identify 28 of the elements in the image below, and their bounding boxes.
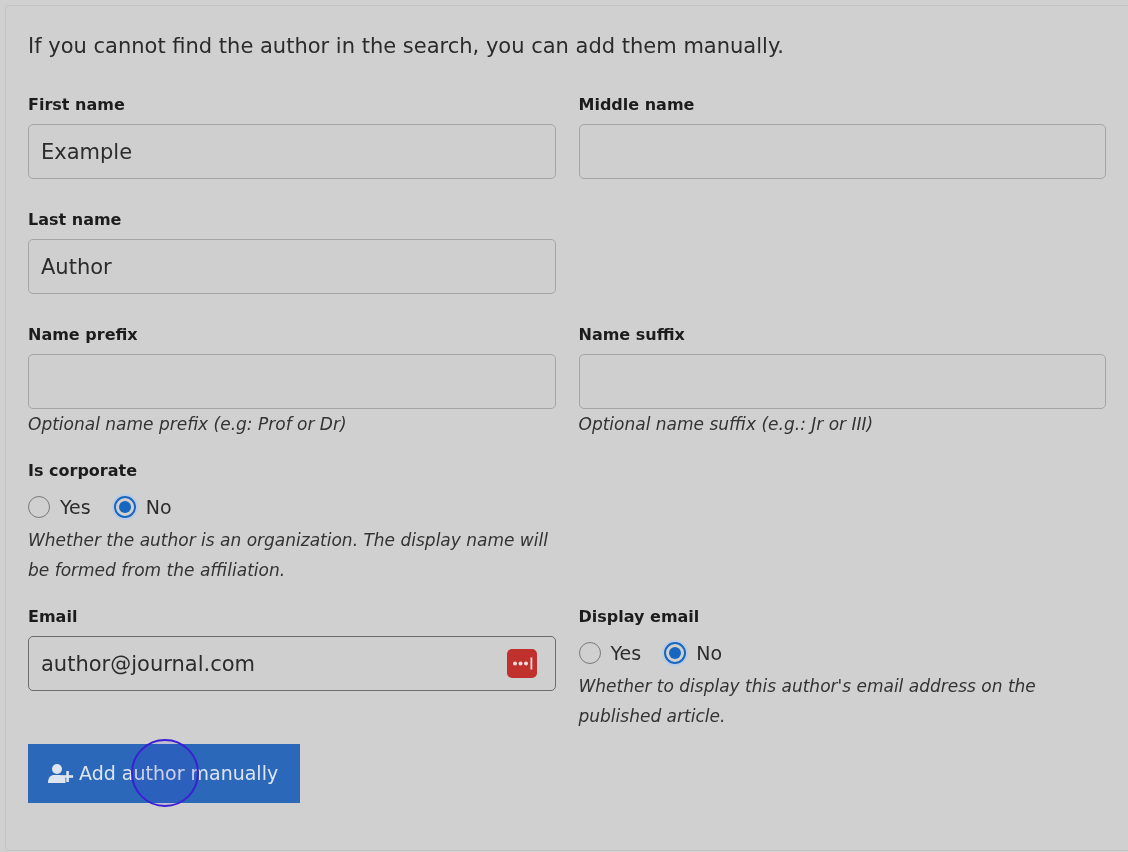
intro-text: If you cannot find the author in the search, you can add them manually. <box>28 33 784 60</box>
field-label: Is corporate <box>28 460 138 482</box>
field-label: Middle name <box>578 94 695 116</box>
add-author-button[interactable]: Add author manually <box>28 744 301 803</box>
field-label: Name suffix <box>578 324 685 346</box>
field-hint: Whether to display this author's email address on the published article. <box>578 675 1037 728</box>
field-hint: Optional name suffix (e.g.: Jr or III) <box>578 413 875 436</box>
input-field[interactable]: author@journal.com <box>28 636 556 691</box>
radio-button[interactable] <box>113 496 136 518</box>
input-field[interactable] <box>578 124 1106 179</box>
input-field[interactable]: Example <box>28 124 556 179</box>
field-hint: Whether the author is an organization. The display name will be formed from the affiliation. <box>28 529 549 582</box>
radio-label: Yes <box>610 641 642 665</box>
field-label: Email <box>28 606 78 628</box>
field-label: Name prefix <box>28 324 138 346</box>
radio-button[interactable] <box>664 642 687 664</box>
field-label: Display email <box>578 606 700 628</box>
field-label: First name <box>28 94 125 116</box>
input-field[interactable] <box>578 354 1106 409</box>
radio-label: No <box>145 495 172 519</box>
password-dots-icon[interactable] <box>506 649 537 678</box>
field-label: Last name <box>28 209 122 231</box>
radio-label: No <box>696 641 722 665</box>
input-field[interactable] <box>28 354 556 409</box>
user-plus-icon <box>48 764 74 783</box>
field-hint: Optional name prefix (e.g: Prof or Dr) <box>28 413 348 436</box>
input-field[interactable]: Author <box>28 239 556 294</box>
radio-label: Yes <box>60 495 91 519</box>
